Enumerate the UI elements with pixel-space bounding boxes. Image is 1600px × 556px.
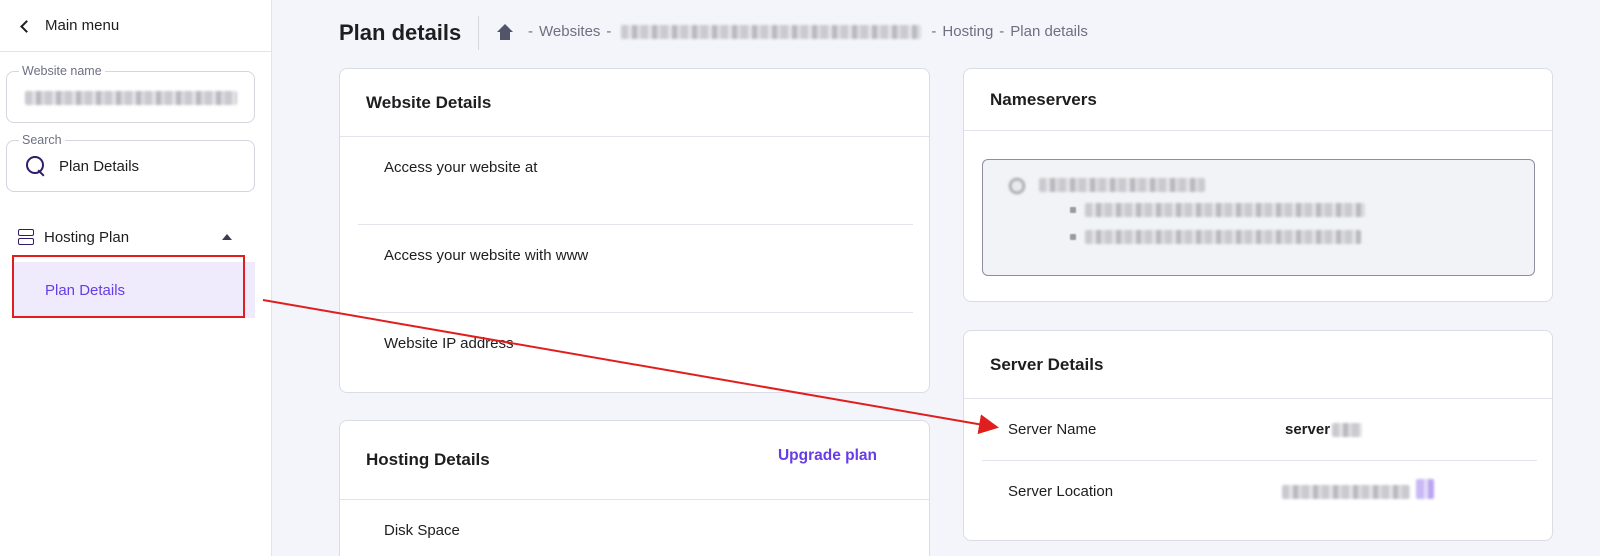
server-row: Server Location — [982, 461, 1537, 523]
bullet — [1070, 207, 1076, 213]
hosting-details-title: Hosting Details — [366, 450, 490, 469]
caret-up-icon — [222, 234, 232, 240]
detail-row: Website IP address — [358, 313, 913, 392]
chevron-left-icon — [20, 19, 33, 33]
server-location-label: Server Location — [1008, 483, 1114, 500]
nameserver-2-redacted — [1085, 230, 1361, 244]
detail-row: Access your website with www — [358, 225, 913, 313]
detail-label: Website IP address — [384, 335, 514, 352]
website-name-value-redacted — [25, 91, 237, 105]
upgrade-plan-button[interactable]: Upgrade plan — [778, 447, 877, 465]
nameservers-card: Nameservers — [963, 68, 1553, 302]
breadcrumb-item-websites[interactable]: Websites — [539, 23, 600, 40]
breadcrumb-separator: - — [606, 23, 612, 40]
home-icon[interactable] — [496, 23, 514, 40]
server-location-redacted — [1282, 485, 1410, 499]
server-name-text: server — [1285, 421, 1331, 438]
flag-icon — [1416, 479, 1434, 499]
website-details-header: Website Details — [340, 69, 929, 137]
main-menu-label: Main menu — [45, 17, 120, 34]
server-name-suffix-redacted — [1332, 422, 1363, 437]
info-icon — [1005, 174, 1029, 198]
breadcrumb-separator: - — [528, 23, 533, 40]
main-menu-button[interactable]: Main menu — [0, 0, 271, 52]
breadcrumb-item-plan-details: Plan details — [1010, 23, 1088, 40]
search-label: Search — [19, 133, 65, 147]
nameservers-header: Nameservers — [964, 69, 1552, 131]
website-name-field[interactable]: Website name — [6, 64, 255, 123]
hosting-details-card: Hosting Details Upgrade plan Disk Space — [339, 420, 930, 556]
nameservers-info-box — [982, 159, 1535, 276]
sidebar-item-label: Plan Details — [45, 281, 126, 299]
breadcrumb-item-hosting[interactable]: Hosting — [942, 23, 993, 40]
detail-row: Access your website at — [358, 137, 913, 225]
nameservers-heading-redacted — [1039, 178, 1205, 192]
search-field[interactable]: Search — [6, 133, 255, 192]
detail-row: Disk Space — [358, 500, 913, 556]
detail-label: Access your website at — [384, 159, 538, 176]
sidebar-item-plan-details[interactable]: Plan Details — [12, 262, 255, 318]
page-title: Plan details — [339, 20, 462, 45]
website-details-title: Website Details — [366, 92, 492, 112]
sidebar-group-label: Hosting Plan — [44, 228, 130, 246]
search-input[interactable] — [59, 157, 239, 175]
server-name-label: Server Name — [1008, 421, 1097, 438]
sidebar-group-hosting-plan[interactable]: Hosting Plan — [18, 224, 250, 250]
website-details-card: Website Details Access your website at A… — [339, 68, 930, 393]
nameserver-1-redacted — [1085, 203, 1365, 217]
breadcrumb-separator: - — [931, 23, 937, 40]
breadcrumb-website-redacted[interactable] — [621, 24, 922, 39]
server-details-card: Server Details Server Name server Server… — [963, 330, 1553, 541]
title-divider — [478, 16, 479, 50]
bullet — [1070, 234, 1076, 240]
server-details-title: Server Details — [990, 354, 1104, 374]
breadcrumb-separator: - — [999, 23, 1005, 40]
sidebar: Main menu Website name Search Hosting Pl… — [0, 0, 272, 556]
server-icon — [18, 229, 34, 245]
server-details-header: Server Details — [964, 331, 1552, 399]
nameservers-title: Nameservers — [990, 89, 1097, 109]
search-icon — [25, 155, 47, 177]
server-name-value: server — [1285, 421, 1363, 438]
breadcrumb: - Websites - - Hosting - Plan details — [496, 23, 1088, 40]
detail-label: Access your website with www — [384, 247, 589, 264]
website-name-label: Website name — [19, 64, 105, 78]
hosting-details-header: Hosting Details Upgrade plan — [340, 421, 929, 500]
detail-label: Disk Space — [384, 522, 460, 539]
server-row: Server Name server — [982, 399, 1537, 461]
